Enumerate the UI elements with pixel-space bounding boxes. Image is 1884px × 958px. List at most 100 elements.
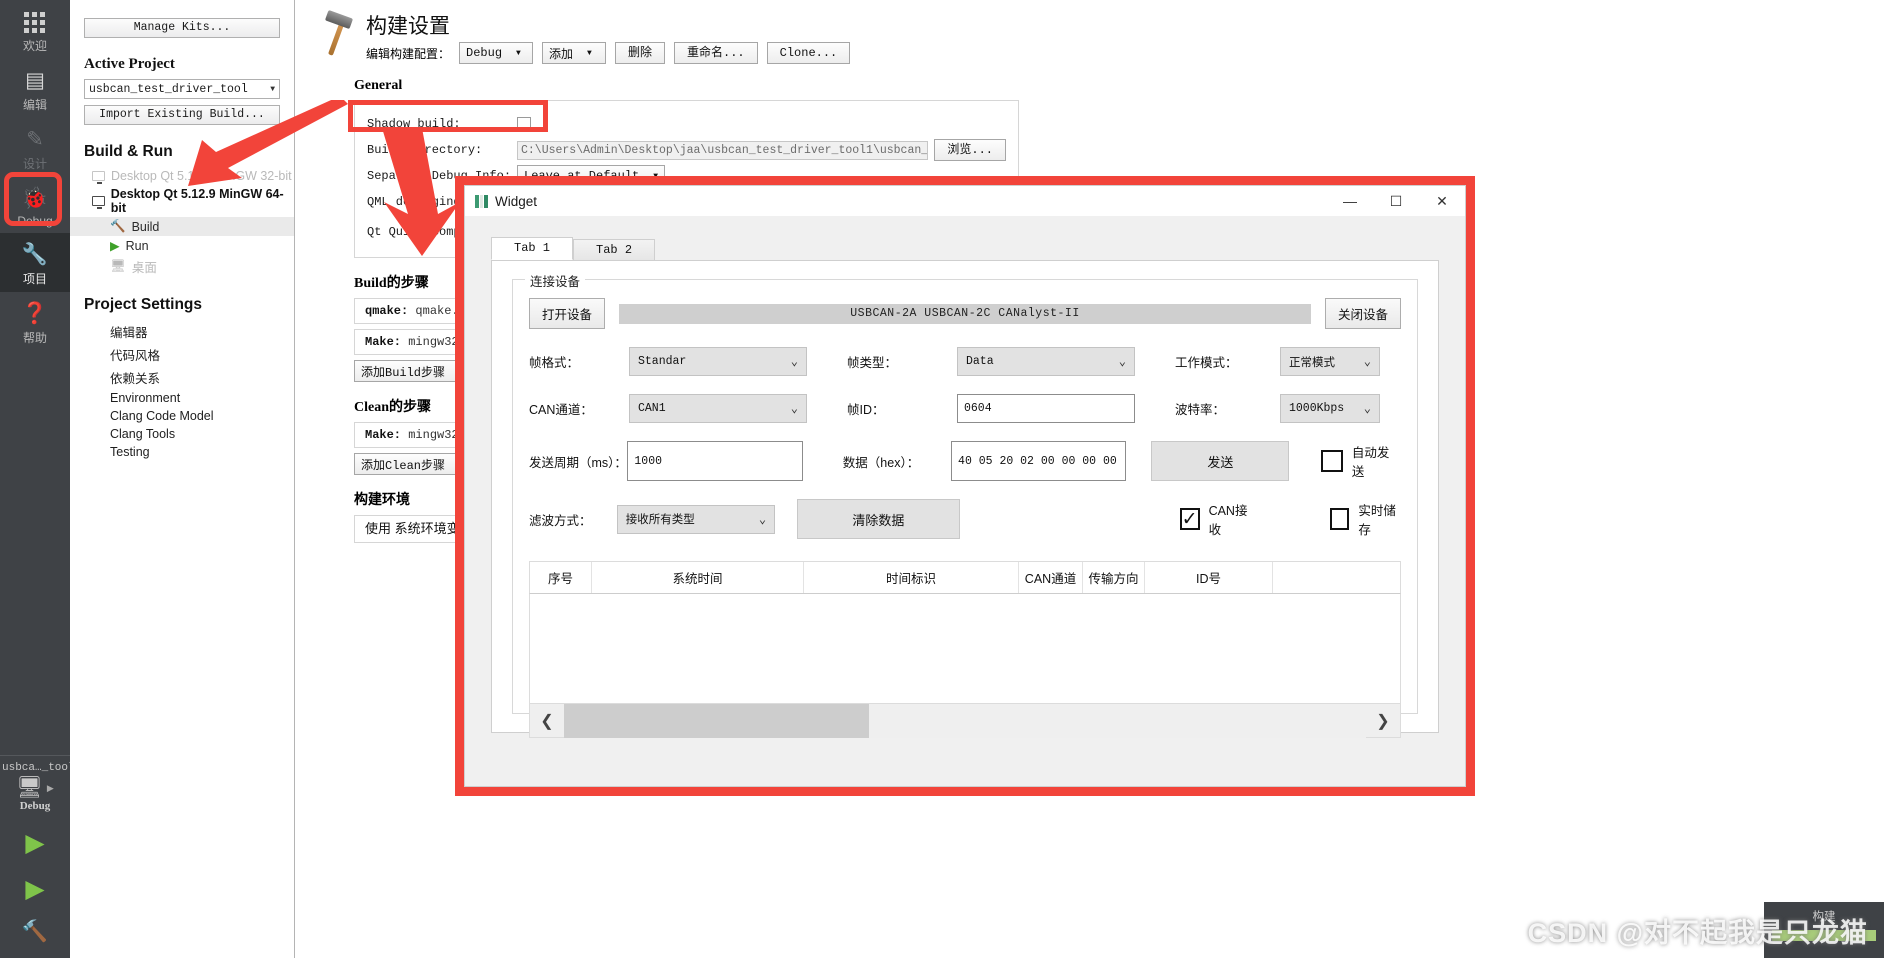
settings-link-clang-code-model[interactable]: Clang Code Model — [70, 407, 294, 425]
close-device-button[interactable]: 关闭设备 — [1324, 298, 1401, 329]
question-icon: ❓ — [21, 302, 49, 325]
mode-item-help[interactable]: ❓ 帮助 — [0, 292, 70, 351]
settings-link-environment[interactable]: Environment — [70, 389, 294, 407]
open-device-button[interactable]: 打开设备 — [529, 298, 606, 329]
chevron-left-icon[interactable]: ❮ — [530, 711, 564, 731]
send-button[interactable]: 发送 — [1151, 441, 1290, 481]
bug-icon: 🐞 — [21, 187, 49, 210]
realtime-save-checkbox-group[interactable]: 实时储存 — [1329, 500, 1401, 538]
send-period-input[interactable]: 1000 — [627, 441, 803, 481]
baud-rate-select[interactable]: 1000Kbps ⌄ — [1280, 394, 1380, 423]
app-icon — [475, 194, 488, 208]
hammer-icon: 🔨 — [110, 219, 126, 233]
frame-id-input[interactable]: 0604 — [957, 394, 1135, 423]
can-receive-checkbox[interactable]: ✓ — [1179, 508, 1200, 530]
add-build-step-label: 添加Build步骤 — [361, 365, 446, 380]
mode-item-label: 编辑 — [22, 98, 47, 112]
settings-link-clang-tools[interactable]: Clang Tools — [70, 425, 294, 443]
tab-bar: Tab 1 Tab 2 — [491, 237, 1439, 260]
table-header-cell[interactable]: 序号 — [530, 562, 592, 593]
mode-item-design[interactable]: ✎ 设计 — [0, 118, 70, 177]
add-clean-step-button[interactable]: 添加Clean步骤 ▼ — [354, 453, 471, 475]
widget-title-text: Widget — [495, 193, 538, 209]
message-table-hscrollbar[interactable]: ❮ ❯ — [529, 703, 1401, 738]
can-receive-label: CAN接收 — [1208, 504, 1248, 537]
shadow-build-row: Shadow build: — [367, 111, 1006, 137]
clone-config-button[interactable]: Clone... — [766, 42, 851, 64]
message-table-header: 序号 系统时间 时间标识 CAN通道 传输方向 ID号 — [529, 561, 1401, 594]
build-button[interactable]: 🔨 — [0, 912, 70, 952]
mode-item-debug[interactable]: 🐞 Debug — [0, 177, 70, 233]
manage-kits-button[interactable]: Manage Kits... — [84, 18, 280, 38]
play-bug-icon: ▶ — [25, 875, 45, 903]
auto-send-checkbox-group[interactable]: 自动发送 — [1321, 442, 1401, 480]
settings-link-testing[interactable]: Testing — [70, 443, 294, 461]
table-header-cell[interactable]: 系统时间 — [592, 562, 804, 593]
table-header-cell[interactable]: ID号 — [1145, 562, 1273, 593]
close-icon[interactable]: ✕ — [1419, 186, 1465, 216]
run-control-panel: usbca…_tool 🖥 ▶ Debug ▶ ▶ 🔨 — [0, 755, 70, 958]
maximize-icon[interactable]: ☐ — [1373, 186, 1419, 216]
frame-format-select[interactable]: Standar ⌄ — [629, 347, 807, 376]
run-button[interactable]: ▶ — [0, 820, 70, 866]
tab-2[interactable]: Tab 2 — [573, 239, 656, 260]
kit-child-desktop[interactable]: 🖥 桌面 — [70, 255, 294, 278]
minimize-icon[interactable]: — — [1327, 186, 1373, 216]
desktop-icon: 🖥 — [110, 259, 126, 273]
can-receive-checkbox-group[interactable]: ✓ CAN接收 — [1179, 500, 1252, 538]
debug-button[interactable]: ▶ — [0, 866, 70, 912]
device-list[interactable]: USBCAN-2A USBCAN-2C CANalyst-II — [619, 303, 1311, 324]
settings-link-code-style[interactable]: 代码风格 — [70, 343, 294, 366]
rename-config-button[interactable]: 重命名... — [674, 42, 758, 64]
kit-item-mingw32[interactable]: Desktop Qt 5.12.9 MinGW 32-bit — [70, 167, 294, 185]
can-channel-select[interactable]: CAN1 ⌄ — [629, 394, 807, 423]
data-hex-input[interactable]: 40 05 20 02 00 00 00 00 — [951, 441, 1127, 481]
mode-item-label: 帮助 — [22, 331, 47, 345]
window-controls: — ☐ ✕ — [1327, 186, 1465, 216]
tab-1[interactable]: Tab 1 — [491, 237, 574, 260]
table-header-cell[interactable] — [1273, 562, 1400, 593]
build-config-select[interactable]: Debug ▼ — [459, 42, 534, 64]
work-mode-select[interactable]: 正常模式 ⌄ — [1280, 347, 1380, 376]
monitor-icon — [92, 196, 105, 209]
filter-mode-select[interactable]: 接收所有类型 ⌄ — [616, 504, 776, 534]
browse-button[interactable]: 浏览... — [934, 139, 1006, 161]
kit-item-mingw64[interactable]: Desktop Qt 5.12.9 MinGW 64-bit — [70, 185, 294, 217]
chevron-down-icon: ⌄ — [790, 402, 798, 416]
settings-link-editor[interactable]: 编辑器 — [70, 320, 294, 343]
build-directory-field[interactable]: C:\Users\Admin\Desktop\jaa\usbcan_test_d… — [517, 140, 929, 160]
mode-item-projects[interactable]: 🔧 项目 — [0, 233, 70, 292]
shadow-build-checkbox[interactable] — [517, 117, 531, 131]
table-header-cell[interactable]: CAN通道 — [1019, 562, 1083, 593]
build-directory-row: Build directory: C:\Users\Admin\Desktop\… — [367, 137, 1006, 163]
auto-send-checkbox[interactable] — [1321, 450, 1343, 472]
project-settings-heading: Project Settings — [84, 296, 202, 313]
mode-item-welcome[interactable]: 欢迎 — [0, 0, 70, 59]
scroll-thumb[interactable] — [564, 703, 869, 738]
build-settings-header: 构建设置 编辑构建配置： Debug ▼ 添加 ▼ 删除 重命名... Clon… — [296, 0, 1884, 64]
add-build-step-button[interactable]: 添加Build步骤 ▼ — [354, 360, 471, 382]
kit-child-run[interactable]: ▶ Run — [70, 236, 294, 255]
mode-item-edit[interactable]: ▤ 编辑 — [0, 59, 70, 118]
add-config-button[interactable]: 添加 ▼ — [542, 42, 607, 64]
chevron-right-icon[interactable]: ❯ — [1366, 711, 1400, 731]
can-channel-label: CAN通道： — [529, 403, 593, 417]
kit-selector[interactable]: 🖥 ▶ — [0, 776, 70, 800]
import-existing-build-button[interactable]: Import Existing Build... — [84, 105, 280, 125]
auto-send-label: 自动发送 — [1351, 446, 1390, 479]
settings-link-dependencies[interactable]: 依赖关系 — [70, 366, 294, 389]
build-progress-label: 构建 — [1812, 911, 1836, 923]
table-header-cell[interactable]: 传输方向 — [1083, 562, 1145, 593]
scroll-track[interactable] — [564, 703, 1366, 738]
kit-child-build[interactable]: 🔨 Build — [70, 217, 294, 236]
table-header-cell[interactable]: 时间标识 — [804, 562, 1019, 593]
delete-config-button[interactable]: 删除 — [615, 42, 666, 64]
frame-type-select[interactable]: Data ⌄ — [957, 347, 1135, 376]
clear-data-button[interactable]: 清除数据 — [797, 499, 960, 539]
kit-build-mode: Debug — [19, 800, 51, 812]
data-hex-label: 数据（hex）： — [842, 455, 920, 470]
active-project-select[interactable]: usbcan_test_driver_tool ▼ — [84, 79, 280, 99]
filter-mode-value: 接收所有类型 — [625, 514, 695, 527]
realtime-save-checkbox[interactable] — [1329, 508, 1350, 530]
filter-settings-row: 滤波方式： 接收所有类型 ⌄ 清除数据 ✓ CAN接收 实时储存 — [529, 499, 1401, 539]
